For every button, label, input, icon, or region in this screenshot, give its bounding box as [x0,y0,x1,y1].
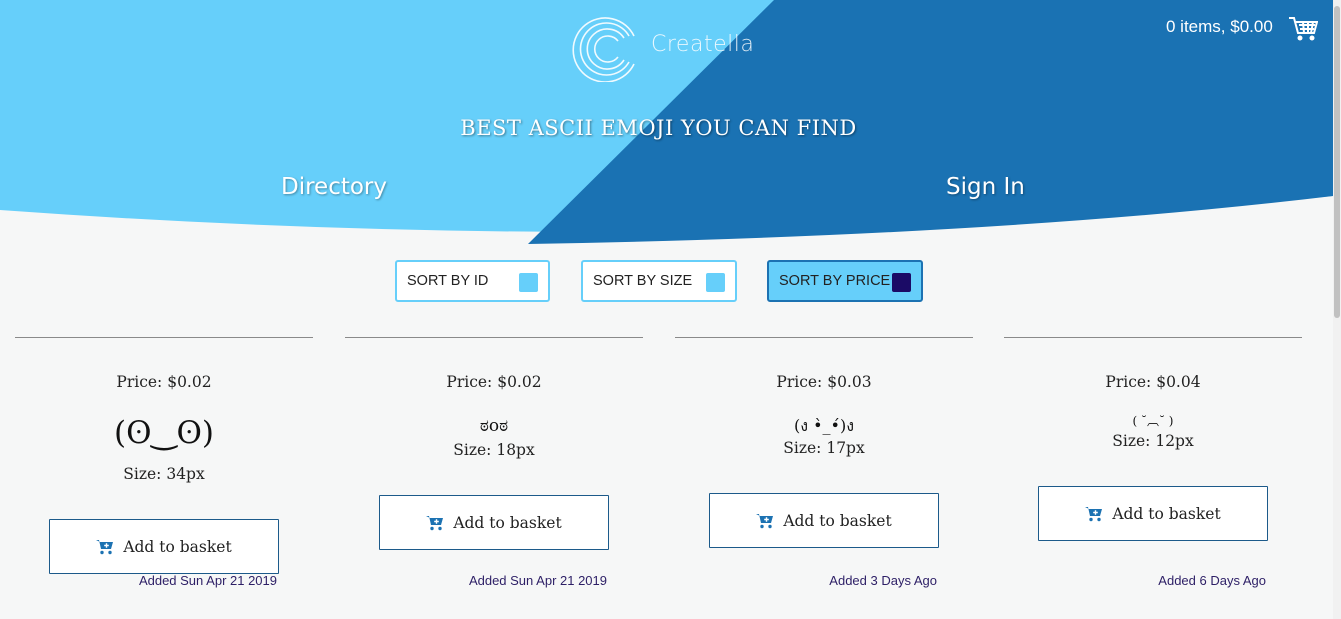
added-date: Added Sun Apr 21 2019 [468,573,607,588]
product-emoji: ( ˘︹˘ ) [1132,414,1174,428]
add-to-cart-icon [1085,506,1103,521]
product-price: Price: $0.02 [116,373,212,391]
add-to-basket-button[interactable]: Add to basket [49,519,279,574]
product-price: Price: $0.03 [776,373,872,391]
add-to-basket-button[interactable]: Add to basket [1038,486,1268,541]
add-to-cart-icon [756,513,774,528]
sort-by-size-button[interactable]: SORT BY SIZE [581,260,737,302]
add-to-basket-button[interactable]: Add to basket [709,493,939,548]
product-price: Price: $0.04 [1105,373,1201,391]
shopping-cart-icon[interactable] [1288,15,1318,43]
product-card: Price: $0.02 (ʘ‿ʘ) Size: 34px Add to bas… [15,337,313,619]
sort-by-price-label: SORT BY PRICE [779,273,891,289]
add-to-cart-icon [96,539,114,554]
tagline: BEST ASCII EMOJI YOU CAN FIND [460,116,857,140]
brand-name[interactable]: Creatella [651,32,754,57]
sort-by-price-checkbox[interactable] [892,273,911,292]
added-date: Added 6 Days Ago [1158,573,1266,588]
add-to-basket-label: Add to basket [783,511,892,530]
card-divider [15,337,313,338]
product-emoji: (ʘ‿ʘ) [114,415,214,451]
added-date: Added Sun Apr 21 2019 [138,573,277,588]
add-to-basket-label: Add to basket [1112,504,1221,523]
add-to-basket-label: Add to basket [123,537,232,556]
scrollbar-thumb[interactable] [1334,6,1340,318]
card-divider [345,337,643,338]
sort-by-id-checkbox[interactable] [519,273,538,292]
sort-by-id-button[interactable]: SORT BY ID [395,260,550,302]
site-header: Creatella 0 items, $0.00 BEST ASCII EMOJ… [0,0,1333,246]
product-card: Price: $0.04 ( ˘︹˘ ) Size: 12px Add to b… [1004,337,1302,619]
nav-directory-link[interactable]: Directory [281,174,387,200]
product-card: Price: $0.02 ಠoಠ Size: 18px Add to baske… [345,337,643,619]
product-size: Size: 34px [123,465,205,483]
add-to-cart-icon [426,515,444,530]
sort-by-size-checkbox[interactable] [706,273,725,292]
sort-by-size-label: SORT BY SIZE [593,273,693,289]
card-divider [1004,337,1302,338]
product-size: Size: 12px [1112,432,1194,450]
product-card: Price: $0.03 (ง •̀_•́)ง Size: 17px Add t… [675,337,973,619]
add-to-basket-button[interactable]: Add to basket [379,495,609,550]
product-emoji: ಠoಠ [479,416,509,436]
added-date: Added 3 Days Ago [829,573,937,588]
nav-sign-in-link[interactable]: Sign In [946,174,1025,200]
product-size: Size: 18px [453,441,535,459]
card-divider [675,337,973,338]
product-size: Size: 17px [783,439,865,457]
add-to-basket-label: Add to basket [453,513,562,532]
cart-summary[interactable]: 0 items, $0.00 [1166,17,1273,37]
product-emoji: (ง •̀_•́)ง [793,416,855,435]
sort-by-price-button[interactable]: SORT BY PRICE [767,260,923,302]
product-price: Price: $0.02 [446,373,542,391]
sort-by-id-label: SORT BY ID [407,273,489,289]
